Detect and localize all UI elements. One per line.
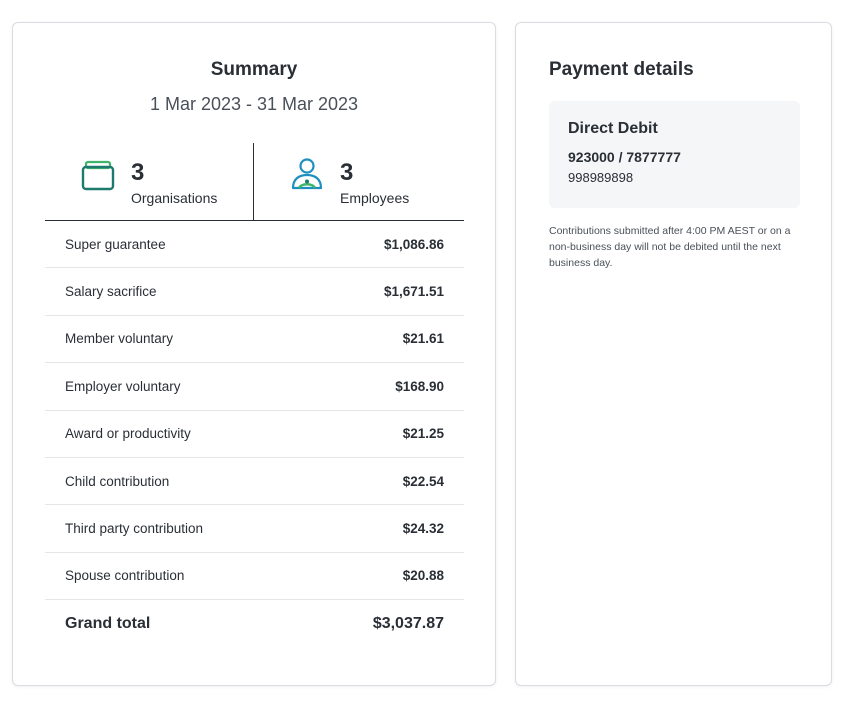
- row-label: Super guarantee: [65, 236, 166, 252]
- summary-card: Summary 1 Mar 2023 - 31 Mar 2023 3 Organ…: [12, 22, 496, 686]
- organisations-stat: 3 Organisations: [45, 143, 254, 220]
- employees-label: Employees: [340, 190, 410, 206]
- table-row: Spouse contribution $20.88: [45, 553, 464, 601]
- direct-debit-box: Direct Debit 923000 / 7877777 998989898: [549, 101, 800, 208]
- payment-reference: 998989898: [568, 170, 634, 185]
- row-label: Third party contribution: [65, 521, 204, 537]
- contributions-table: Super guarantee $1,086.86 Salary sacrifi…: [45, 221, 464, 648]
- row-amount: $1,671.51: [383, 284, 444, 300]
- briefcase-icon: [81, 160, 115, 191]
- organisations-count: 3: [131, 159, 145, 186]
- payment-title: Payment details: [549, 59, 694, 80]
- grand-total-label: Grand total: [65, 614, 151, 632]
- row-amount: $1,086.86: [383, 236, 444, 252]
- row-label: Salary sacrifice: [65, 284, 157, 300]
- row-label: Spouse contribution: [65, 568, 185, 584]
- payment-method: Direct Debit: [568, 120, 658, 137]
- row-amount: $21.25: [402, 426, 444, 442]
- table-row: Salary sacrifice $1,671.51: [45, 268, 464, 316]
- row-amount: $21.61: [402, 331, 444, 347]
- table-row: Third party contribution $24.32: [45, 505, 464, 553]
- payment-note: Contributions submitted after 4:00 PM AE…: [549, 225, 791, 269]
- row-label: Member voluntary: [65, 331, 174, 347]
- row-amount: $20.88: [402, 568, 444, 584]
- row-label: Award or productivity: [65, 426, 191, 442]
- row-amount: $24.32: [402, 521, 444, 537]
- grand-total-amount: $3,037.87: [372, 614, 444, 632]
- person-icon: [291, 158, 323, 190]
- organisations-label: Organisations: [131, 190, 218, 206]
- row-label: Child contribution: [65, 473, 170, 489]
- bsb-account-number: 923000 / 7877777: [568, 149, 681, 165]
- row-amount: $168.90: [395, 378, 444, 394]
- summary-stats: 3 Organisations 3 Employees: [45, 143, 464, 221]
- employees-stat: 3 Employees: [254, 143, 464, 220]
- summary-title: Summary: [210, 59, 298, 80]
- table-row: Employer voluntary $168.90: [45, 363, 464, 411]
- table-row: Member voluntary $21.61: [45, 316, 464, 364]
- row-amount: $22.54: [402, 473, 444, 489]
- table-row: Child contribution $22.54: [45, 458, 464, 506]
- summary-period: 1 Mar 2023 - 31 Mar 2023: [149, 94, 359, 114]
- table-row: Super guarantee $1,086.86: [45, 221, 464, 269]
- payment-card: Payment details Direct Debit 923000 / 78…: [515, 22, 832, 686]
- table-row: Award or productivity $21.25: [45, 411, 464, 458]
- grand-total-row: Grand total $3,037.87: [45, 600, 464, 647]
- row-label: Employer voluntary: [65, 378, 181, 394]
- employees-count: 3: [340, 159, 354, 186]
